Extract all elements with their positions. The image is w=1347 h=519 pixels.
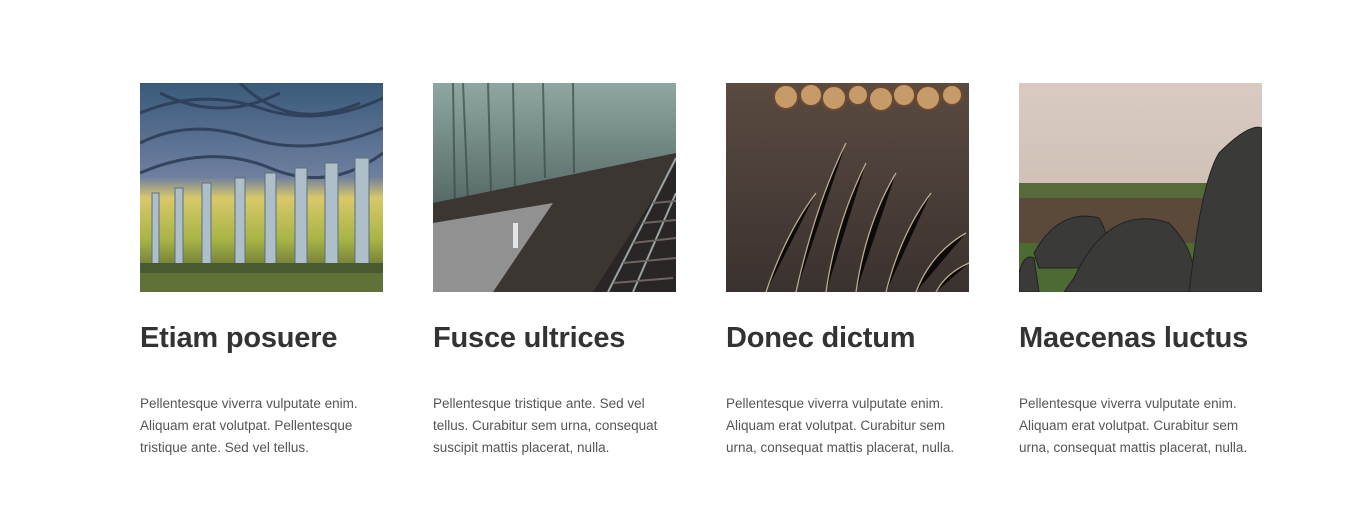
tree-alley-image[interactable] [140,83,383,292]
card-description: Pellentesque viverra vulputate enim. Ali… [1019,396,1248,455]
foggy-railway-image[interactable] [433,83,676,292]
feature-cards: Etiam posuere Pellentesque viverra vulpu… [140,83,1262,459]
feature-card: Etiam posuere Pellentesque viverra vulpu… [140,83,383,459]
card-title[interactable]: Etiam posuere [140,321,383,355]
feature-card: Fusce ultrices Pellentesque tristique an… [433,83,676,459]
card-title[interactable]: Fusce ultrices [433,321,676,355]
card-description: Pellentesque viverra vulputate enim. Ali… [726,396,955,455]
feature-card: Maecenas luctus Pellentesque viverra vul… [1019,83,1262,459]
card-title[interactable]: Donec dictum [726,321,969,355]
feature-card: Donec dictum Pellentesque viverra vulput… [726,83,969,459]
boulders-field-image[interactable] [1019,83,1262,292]
card-title[interactable]: Maecenas luctus [1019,321,1262,355]
logs-dry-grass-image[interactable] [726,83,969,292]
card-description: Pellentesque viverra vulputate enim. Ali… [140,396,358,455]
card-description: Pellentesque tristique ante. Sed vel tel… [433,396,658,455]
